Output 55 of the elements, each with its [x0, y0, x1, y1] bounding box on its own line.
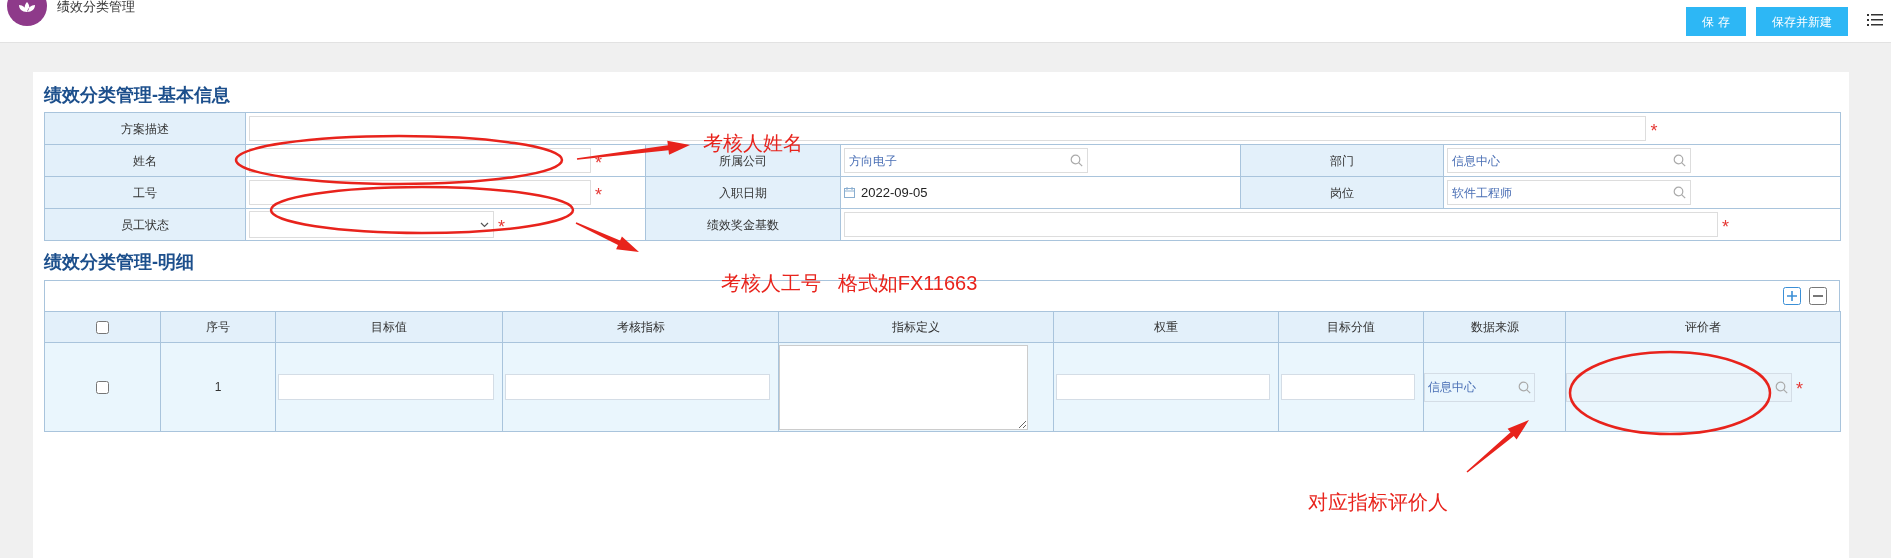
column-header: 数据来源	[1423, 311, 1566, 343]
text-input[interactable]	[1281, 374, 1415, 400]
text-input[interactable]	[505, 374, 770, 400]
select-field[interactable]	[249, 211, 494, 238]
annotation-text: 考核人工号 格式如FX11663	[721, 271, 978, 295]
lookup-field[interactable]: 方向电子	[844, 148, 1088, 173]
lookup-field[interactable]: 软件工程师	[1447, 180, 1691, 205]
field-label: 绩效奖金基数	[645, 208, 841, 241]
checkbox[interactable]	[96, 321, 109, 335]
lookup-field[interactable]	[1566, 372, 1792, 402]
search-icon[interactable]	[1070, 154, 1083, 167]
search-icon[interactable]	[1673, 186, 1686, 199]
field-label: 员工状态	[44, 208, 246, 241]
section-title: 绩效分类管理-明细	[44, 251, 195, 274]
callout-arrow	[575, 222, 639, 252]
remove-icon[interactable]	[1809, 287, 1827, 305]
add-icon[interactable]	[1783, 287, 1801, 305]
text-input[interactable]	[249, 148, 591, 173]
menu-icon[interactable]	[1867, 13, 1883, 27]
lookup-field[interactable]: 信息中心	[1424, 372, 1535, 402]
search-icon[interactable]	[1673, 154, 1686, 167]
required-mark: *	[498, 217, 505, 236]
column-header: 目标值	[275, 311, 503, 343]
lookup-field[interactable]: 信息中心	[1447, 148, 1691, 173]
field-label: 方案描述	[44, 112, 246, 145]
annotation-text: 对应指标评价人	[1308, 490, 1448, 514]
required-mark: *	[1796, 380, 1803, 398]
calendar-icon	[844, 187, 855, 198]
required-mark: *	[1650, 121, 1658, 140]
field-label: 工号	[44, 176, 246, 209]
text-input[interactable]	[844, 212, 1718, 237]
column-header: 序号	[160, 311, 276, 343]
required-mark: *	[1721, 217, 1729, 236]
date-field[interactable]: 2022-09-05	[844, 180, 928, 205]
text-input[interactable]	[278, 374, 494, 400]
row-number: 1	[160, 342, 276, 432]
column-header: 权重	[1053, 311, 1279, 343]
callout-arrow	[1466, 420, 1529, 473]
field-label: 岗位	[1240, 176, 1444, 209]
section-title: 绩效分类管理-基本信息	[44, 84, 231, 107]
text-input[interactable]	[1056, 374, 1270, 400]
chevron-icon	[480, 221, 489, 228]
field-label: 部门	[1240, 144, 1444, 177]
checkbox[interactable]	[96, 381, 109, 395]
search-icon[interactable]	[1518, 380, 1531, 394]
text-area[interactable]	[779, 345, 1028, 430]
column-header: 评价者	[1565, 311, 1841, 343]
page-title: 绩效分类管理	[57, 0, 135, 14]
column-header: 考核指标	[502, 311, 779, 343]
required-mark: *	[595, 185, 602, 204]
column-header: 指标定义	[778, 311, 1054, 343]
search-icon[interactable]	[1775, 380, 1788, 394]
column-header: 目标分值	[1278, 311, 1424, 343]
field-label: 姓名	[44, 144, 246, 177]
field-label: 入职日期	[645, 176, 841, 209]
